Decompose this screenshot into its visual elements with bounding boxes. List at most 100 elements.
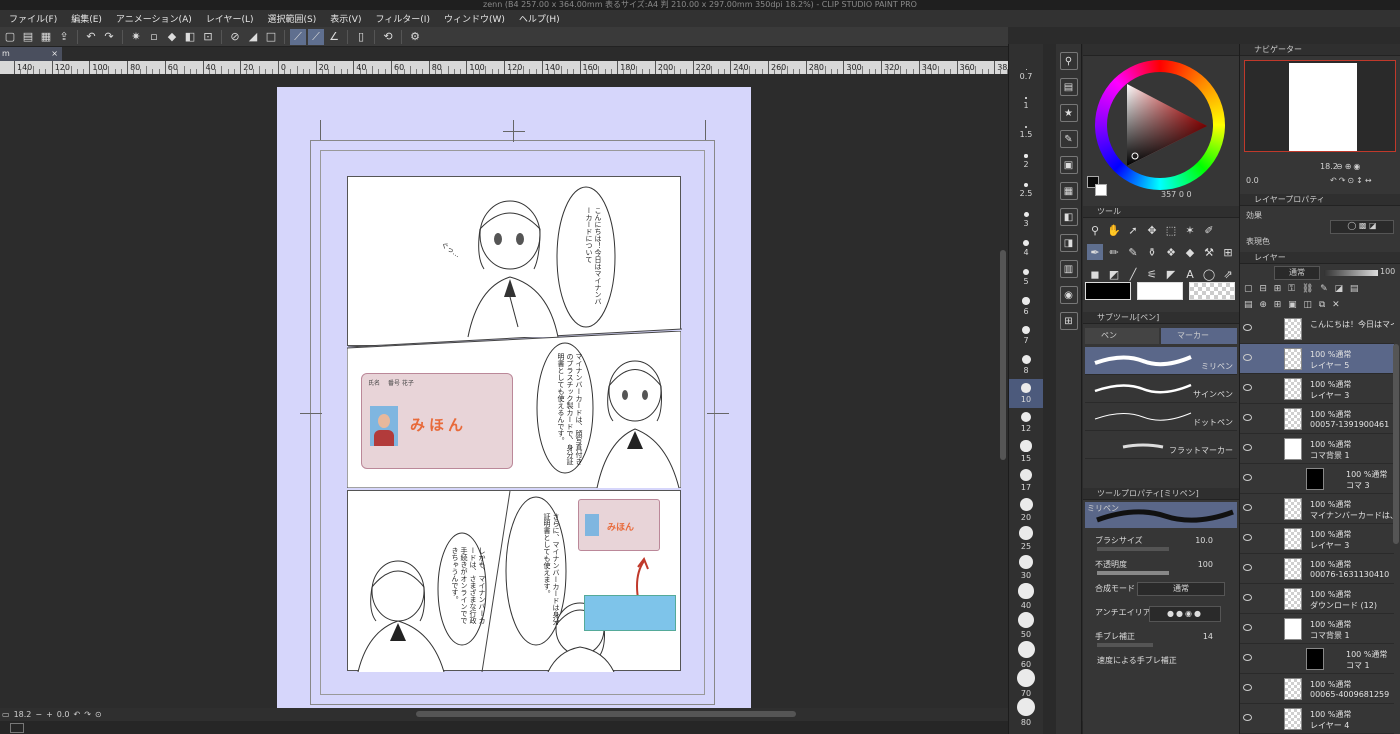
correction-tool-icon[interactable]: ⇗ [1220, 266, 1236, 282]
eye-icon[interactable] [1243, 684, 1252, 691]
layer-row[interactable]: 100 %通常 レイヤー 5 [1240, 344, 1394, 374]
navigator-view[interactable] [1244, 60, 1396, 152]
layer-row[interactable]: 100 %通常 コマ 1 [1240, 644, 1394, 674]
eye-icon[interactable] [1243, 474, 1252, 481]
text-tool-icon[interactable]: A [1182, 266, 1198, 282]
document-tab[interactable]: m × [0, 47, 62, 61]
rotate-icon[interactable]: ⟲ [380, 29, 396, 45]
reset-rotation-icon[interactable]: ⊙ [95, 710, 102, 719]
brush-size-3[interactable]: 3 [1009, 205, 1043, 234]
sub-color-swatch[interactable] [1095, 184, 1107, 196]
canvas-vertical-scrollbar[interactable] [998, 74, 1008, 708]
menu-item[interactable]: ファイル(F) [2, 12, 64, 25]
rotate-left-icon[interactable]: ↶ [74, 710, 81, 719]
snap-grid-icon[interactable]: ◢ [245, 29, 261, 45]
snap-special-ruler-icon[interactable]: ⟋ [308, 28, 324, 45]
figure-tool-icon[interactable]: ◤ [1163, 266, 1179, 282]
eye-icon[interactable] [1243, 444, 1252, 451]
opacity-value[interactable]: 100 [1198, 560, 1213, 569]
invert-icon[interactable]: ◧ [182, 29, 198, 45]
brush-size-12[interactable]: 12 [1009, 408, 1043, 437]
image-icon[interactable]: ▣ [1059, 156, 1078, 174]
brush-size-1-5[interactable]: 1.5 [1009, 118, 1043, 147]
snap-ruler-icon[interactable]: ⟋ [290, 28, 306, 45]
fill-icon[interactable]: ◆ [164, 29, 180, 45]
brush-size-6[interactable]: 6 [1009, 292, 1043, 321]
speed-stabilization-row[interactable]: 速度による手ブレ補正 [1083, 652, 1239, 676]
ruler-tool-icon[interactable]: ⚟ [1144, 266, 1160, 282]
menu-item[interactable]: 選択範囲(S) [261, 12, 324, 25]
eye-icon[interactable] [1243, 594, 1252, 601]
color-wheel-palette[interactable]: 357 0 0 [1083, 56, 1239, 206]
star-icon[interactable]: ★ [1059, 104, 1078, 122]
menu-item[interactable]: アニメーション(A) [109, 12, 199, 25]
settings-icon[interactable]: ⚙ [407, 29, 423, 45]
gradient-tool-icon[interactable]: ◩ [1106, 266, 1122, 282]
transparent-color-chip[interactable] [1189, 282, 1235, 300]
eraser-tool-icon[interactable]: ◆ [1182, 244, 1198, 260]
operation-tool-icon[interactable]: ➚ [1125, 222, 1141, 238]
canvas-area[interactable]: こんにちは！今日はマイナンバーカードについて ぐっ… 氏名 番号 花子 みほん … [0, 74, 1008, 708]
open-icon[interactable]: ▤ [20, 29, 36, 45]
snap-frame-icon[interactable]: □ [263, 29, 279, 45]
fill-tool-icon[interactable]: ◼ [1087, 266, 1103, 282]
eye-icon[interactable] [1243, 504, 1252, 511]
export-icon[interactable]: ⇪ [56, 29, 72, 45]
eye-icon[interactable] [1243, 534, 1252, 541]
snap-off-icon[interactable]: ⊘ [227, 29, 243, 45]
brush-size-2[interactable]: 2 [1009, 147, 1043, 176]
layer-row[interactable]: こんにちは！今日はマイナン [1240, 314, 1394, 344]
subtool-item[interactable]: フラットマーカー [1085, 431, 1237, 459]
subtool-item[interactable]: サインペン [1085, 375, 1237, 403]
saturation-triangle[interactable] [1119, 80, 1209, 170]
eye-icon[interactable] [1243, 414, 1252, 421]
subtool-tab-marker[interactable]: マーカー [1161, 328, 1237, 344]
menu-item[interactable]: ウィンドウ(W) [437, 12, 512, 25]
airbrush-tool-icon[interactable]: ⚱ [1144, 244, 1160, 260]
stabilization-value[interactable]: 14 [1203, 632, 1213, 641]
brush-size-1[interactable]: 1 [1009, 89, 1043, 118]
camera-icon[interactable]: ◉ [1059, 286, 1078, 304]
move-tool-icon[interactable]: ✥ [1144, 222, 1160, 238]
undo-icon[interactable]: ↶ [83, 29, 99, 45]
selection-tool-icon[interactable]: ⬚ [1163, 222, 1179, 238]
layer-row[interactable]: 100 %通常 コマ背景 1 [1240, 434, 1394, 464]
brush-size-4[interactable]: 4 [1009, 234, 1043, 263]
layer-scrollbar[interactable] [1393, 344, 1399, 544]
menu-item[interactable]: フィルター(I) [368, 12, 437, 25]
layer-row[interactable]: 100 %通常 レイヤー 3 [1240, 524, 1394, 554]
layer-actions[interactable]: ▤ ⊕ ⊞ ▣ ◫ ⧉ ✕ [1244, 300, 1398, 312]
menu-item[interactable]: 表示(V) [323, 12, 368, 25]
brush-size-15[interactable]: 15 [1009, 437, 1043, 466]
eye-icon[interactable] [1243, 354, 1252, 361]
frame-tool-icon[interactable]: ⊞ [1220, 244, 1236, 260]
auto-select-icon[interactable]: ✶ [1182, 222, 1198, 238]
manga-page[interactable]: こんにちは！今日はマイナンバーカードについて ぐっ… 氏名 番号 花子 みほん … [277, 87, 751, 708]
hand-tool-icon[interactable]: ✋ [1106, 222, 1122, 238]
layer-toolbar[interactable]: ▢ ⊟ ⊞ ⚿ ⛓ ✎ ◪ ▤ [1244, 284, 1398, 296]
material-pattern-icon[interactable]: ▦ [1059, 182, 1078, 200]
pen-tool-icon[interactable]: ✒ [1087, 244, 1103, 260]
layer-row[interactable]: 100 %通常 00076-1631130410 [1240, 554, 1394, 584]
zoom-slider-icon[interactable]: ▭ [2, 710, 10, 719]
balloon-tool-icon[interactable]: ◯ [1201, 266, 1217, 282]
layer-effect-buttons[interactable]: ◯ ▩ ◪ [1330, 220, 1394, 234]
transform-icon[interactable]: ✷ [128, 29, 144, 45]
brush-size-0-7[interactable]: 0.7 [1009, 60, 1043, 89]
menu-item[interactable]: レイヤー(L) [199, 12, 261, 25]
layer-row[interactable]: 100 %通常 00065-4009681259 [1240, 674, 1394, 704]
color-icon[interactable]: ◨ [1059, 234, 1078, 252]
subtool-item[interactable]: ドットペン [1085, 403, 1237, 431]
deselect-icon[interactable]: ▫ [146, 29, 162, 45]
zoom-out-icon[interactable]: − [35, 710, 42, 719]
navigator-angle[interactable]: 0.0 [1246, 176, 1259, 185]
panel-3[interactable]: みほん しかも、マイナンバーカードは、さまざまな行政手続きがオンラインでできちゃ… [347, 490, 681, 672]
brush-tool-icon[interactable]: ✎ [1125, 244, 1141, 260]
brush-size-value[interactable]: 10.0 [1195, 536, 1213, 545]
manga-material-icon[interactable]: ▥ [1059, 260, 1078, 278]
eye-icon[interactable] [1243, 654, 1252, 661]
brush-size-5[interactable]: 5 [1009, 263, 1043, 292]
eyedropper-icon[interactable]: ✐ [1201, 222, 1217, 238]
layer-opacity-value[interactable]: 100 [1380, 267, 1395, 276]
layout-icon[interactable] [10, 723, 24, 733]
